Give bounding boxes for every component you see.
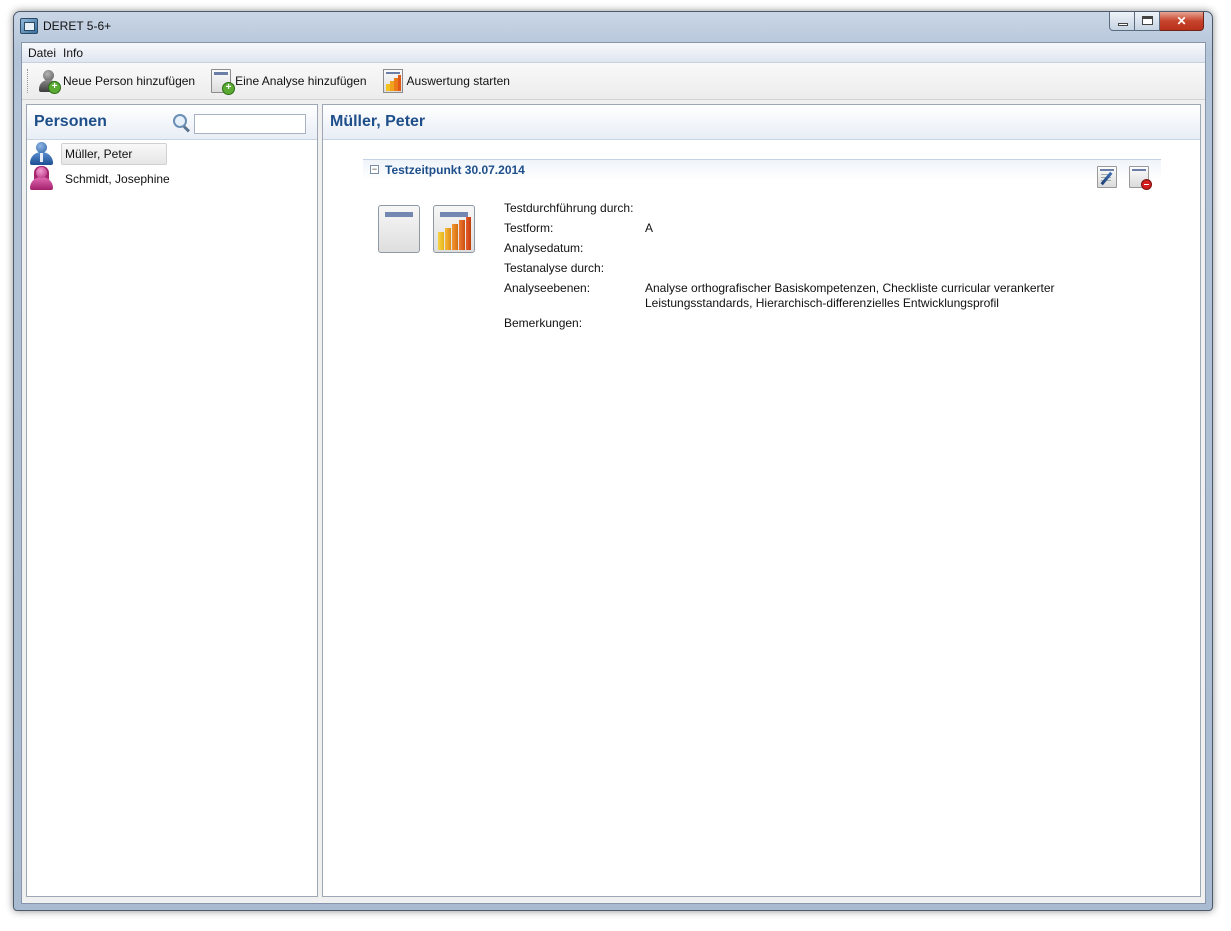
persons-header: Personen <box>27 105 317 140</box>
field-label: Analysedatum: <box>504 241 584 255</box>
field-label: Testanalyse durch: <box>504 261 605 275</box>
evaluation-chart-icon[interactable] <box>433 205 475 253</box>
client-area: Datei Info + Neue Person hinzufügen + Ei… <box>21 42 1206 904</box>
person-name: Schmidt, Josephine <box>65 171 170 186</box>
bar-chart-icon <box>382 69 403 93</box>
female-person-icon <box>30 165 56 191</box>
person-detail-panel: Müller, Peter − Testzeitpunkt 30.07.2014 <box>322 104 1201 897</box>
close-button[interactable]: ✕ <box>1160 12 1204 31</box>
window-controls: ✕ <box>1109 12 1204 32</box>
add-analysis-icon: + <box>211 69 236 95</box>
detail-header: Müller, Peter <box>323 105 1200 140</box>
add-person-button[interactable]: + Neue Person hinzufügen <box>34 67 198 95</box>
main-area: Personen Müller, Peter Schmidt, Josephin… <box>22 100 1205 903</box>
title-bar[interactable]: DERET 5-6+ ✕ <box>14 12 1212 42</box>
maximize-icon <box>1142 16 1153 25</box>
edit-button[interactable] <box>1097 166 1117 188</box>
start-evaluation-label: Auswertung starten <box>406 74 510 88</box>
test-section: − Testzeitpunkt 30.07.2014 Testdurchführ… <box>363 159 1161 330</box>
start-evaluation-button[interactable]: Auswertung starten <box>380 67 513 95</box>
field-label: Analyseebenen: <box>504 281 591 295</box>
add-analysis-label: Eine Analyse hinzufügen <box>235 74 367 88</box>
add-analysis-button[interactable]: + Eine Analyse hinzufügen <box>208 67 369 95</box>
remove-icon <box>1141 179 1152 190</box>
section-header[interactable]: − Testzeitpunkt 30.07.2014 <box>363 159 1161 180</box>
field-row: Analyseebenen: Analyse orthografischer B… <box>504 281 1124 316</box>
male-person-icon <box>30 141 56 166</box>
app-icon[interactable] <box>20 18 38 34</box>
persons-panel: Personen Müller, Peter Schmidt, Josephin… <box>26 104 318 897</box>
close-icon: ✕ <box>1176 14 1187 28</box>
add-person-icon: + <box>37 69 61 94</box>
field-value <box>645 201 1124 221</box>
maximize-button[interactable] <box>1135 12 1160 31</box>
field-row: Bemerkungen: <box>504 316 1124 336</box>
field-row: Testform: A <box>504 221 1124 241</box>
collapse-toggle[interactable]: − <box>370 165 379 174</box>
person-name: Müller, Peter <box>61 142 168 165</box>
field-row: Analysedatum: <box>504 241 1124 261</box>
field-label: Testdurchführung durch: <box>504 201 634 215</box>
field-value: A <box>645 221 654 235</box>
delete-button[interactable] <box>1129 166 1152 190</box>
menu-info[interactable]: Info <box>63 46 90 60</box>
minimize-button[interactable] <box>1109 12 1135 31</box>
menu-datei[interactable]: Datei <box>28 46 63 60</box>
person-list: Müller, Peter Schmidt, Josephine <box>27 140 317 191</box>
field-label: Testform: <box>504 221 554 235</box>
persons-title: Personen <box>34 113 107 130</box>
field-value <box>645 261 1124 281</box>
search-icon[interactable] <box>173 114 193 133</box>
person-item-schmidt-josephine[interactable]: Schmidt, Josephine <box>27 165 317 191</box>
field-value <box>645 241 1124 261</box>
person-item-mueller-peter[interactable]: Müller, Peter <box>27 141 317 166</box>
app-window: DERET 5-6+ ✕ Datei Info + Neue Person hi… <box>13 11 1213 911</box>
detail-title: Müller, Peter <box>330 113 426 130</box>
toolbar: + Neue Person hinzufügen + Eine Analyse … <box>22 63 1205 100</box>
field-row: Testdurchführung durch: <box>504 201 1124 221</box>
add-person-label: Neue Person hinzufügen <box>63 74 196 88</box>
minimize-icon <box>1118 23 1128 26</box>
menu-bar: Datei Info <box>22 43 1205 63</box>
search-input[interactable] <box>194 114 306 134</box>
section-fields: Testdurchführung durch: Testform: A Anal… <box>504 201 1124 336</box>
window-title: DERET 5-6+ <box>43 19 112 33</box>
section-title: Testzeitpunkt 30.07.2014 <box>385 163 525 177</box>
field-value <box>645 316 1124 336</box>
field-label: Bemerkungen: <box>504 316 583 330</box>
field-value: Analyse orthografischer Basiskompetenzen… <box>645 281 1055 310</box>
field-row: Testanalyse durch: <box>504 261 1124 281</box>
analysis-document-icon[interactable] <box>378 205 420 253</box>
